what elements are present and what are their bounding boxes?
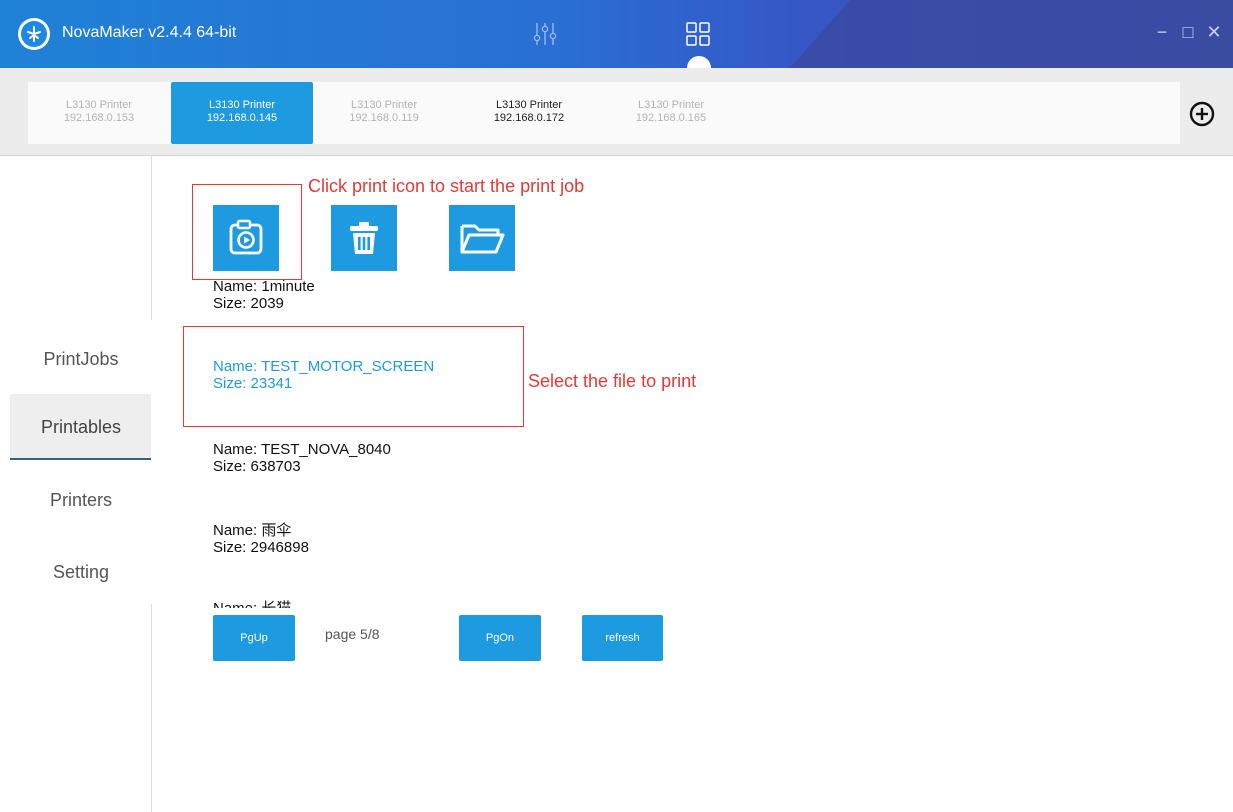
grid-view-icon[interactable] — [683, 18, 713, 50]
printer-ip: 192.168.0.165 — [635, 112, 707, 124]
printer-name: L3130 Printer — [350, 99, 418, 111]
printer-ip: 192.168.0.153 — [63, 112, 135, 124]
printer-tab-119[interactable]: L3130 Printer 192.168.0.119 — [313, 82, 455, 144]
list-item[interactable]: Name: 雨伞 Size: 2946898 — [213, 522, 309, 556]
maximize-icon[interactable]: □ — [1179, 22, 1197, 43]
printer-name: L3130 Printer — [208, 99, 276, 111]
file-size: Size: 2946898 — [213, 539, 309, 556]
app-title: NovaMaker v2.4.4 64-bit — [62, 24, 237, 41]
open-folder-button[interactable] — [449, 205, 515, 271]
delete-button[interactable] — [331, 205, 397, 271]
printer-selector: L3130 Printer 192.168.0.153 L3130 Printe… — [0, 68, 1233, 156]
folder-icon — [460, 224, 505, 254]
sliders-icon[interactable] — [530, 18, 560, 50]
list-item[interactable]: Name: 长猫 — [213, 600, 291, 608]
printer-tab-145[interactable]: L3130 Printer 192.168.0.145 — [171, 82, 313, 144]
close-icon[interactable]: ✕ — [1205, 22, 1223, 43]
page-down-button[interactable]: PgOn — [459, 615, 541, 661]
sidebar: PrintJobs Printables Printers Setting — [0, 156, 152, 812]
add-printer-icon[interactable] — [1188, 100, 1216, 128]
sidebar-item-printjobs[interactable]: PrintJobs — [10, 326, 152, 392]
app-logo-icon — [18, 18, 50, 50]
file-name: Name: TEST_NOVA_8040 — [213, 441, 391, 458]
print-annotation-text: Click print icon to start the print job — [308, 176, 585, 196]
refresh-button[interactable]: refresh — [582, 615, 663, 661]
printer-ip: 192.168.0.119 — [349, 112, 419, 124]
minimize-icon[interactable]: − — [1153, 22, 1171, 43]
select-annotation-text: Select the file to print — [528, 371, 697, 391]
printer-name: L3130 Printer — [495, 99, 563, 111]
printables-panel: Click print icon to start the print job … — [152, 156, 1233, 812]
printer-name: L3130 Printer — [637, 99, 705, 111]
select-annotation-box — [183, 326, 524, 427]
sidebar-item-printables[interactable]: Printables — [10, 394, 152, 460]
printer-name: L3130 Printer — [65, 99, 133, 111]
file-name: Name: 长猫 — [213, 600, 291, 608]
printer-ip: 192.168.0.145 — [206, 112, 278, 124]
file-size: Size: 2039 — [213, 295, 284, 312]
file-name: Name: 1minute — [213, 278, 315, 295]
sidebar-item-setting[interactable]: Setting — [10, 539, 152, 605]
title-bar: NovaMaker v2.4.4 64-bit − □ ✕ — [0, 0, 1233, 68]
printer-tab-172[interactable]: L3130 Printer 192.168.0.172 — [458, 82, 600, 144]
list-item[interactable]: Name: TEST_NOVA_8040 Size: 638703 — [213, 441, 391, 475]
printer-tab-165[interactable]: L3130 Printer 192.168.0.165 — [600, 82, 742, 144]
list-item[interactable]: Name: 1minute Size: 2039 — [213, 278, 315, 312]
file-name: Name: 雨伞 — [213, 522, 292, 539]
print-annotation-box — [192, 184, 302, 280]
page-up-button[interactable]: PgUp — [213, 615, 295, 661]
page-indicator: page 5/8 — [325, 626, 380, 642]
sidebar-item-printers[interactable]: Printers — [10, 467, 152, 533]
trash-icon — [350, 222, 378, 254]
window-controls: − □ ✕ — [1153, 22, 1223, 43]
printer-ip: 192.168.0.172 — [493, 112, 565, 124]
printer-tab-153[interactable]: L3130 Printer 192.168.0.153 — [28, 82, 170, 144]
file-size: Size: 638703 — [213, 458, 301, 475]
